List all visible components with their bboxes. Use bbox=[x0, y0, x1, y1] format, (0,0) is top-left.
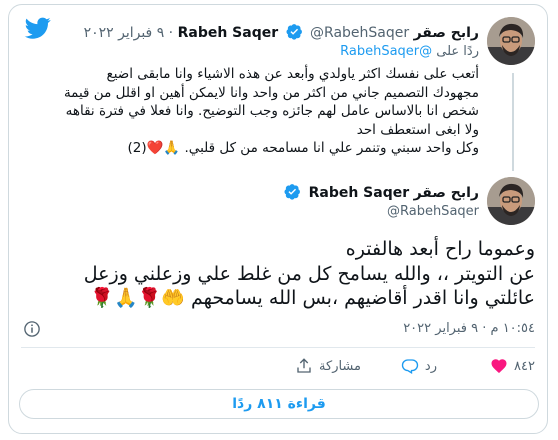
verified-badge-icon bbox=[284, 184, 301, 200]
author-name[interactable]: رابح صقر bbox=[414, 25, 479, 41]
reply-context: ردًا على @RabehSaqer bbox=[340, 44, 479, 59]
share-label: مشاركة bbox=[319, 358, 361, 374]
quoted-line: شخص انا بالاساس عامل لهم جائزه وجب التوض… bbox=[65, 103, 479, 119]
main-author-handle-line: @RabehSaqer bbox=[387, 204, 479, 219]
reply-prefix: ردًا على bbox=[436, 44, 479, 59]
quoted-line: مجهودك التصميم جاني من اكثر من واحد وانا… bbox=[63, 84, 479, 101]
avatar-photo bbox=[487, 177, 535, 225]
reply-handle-link[interactable]: @RabehSaqer bbox=[340, 44, 432, 59]
quoted-line: ولا ابغى استعطف احد bbox=[356, 121, 479, 138]
thread-line bbox=[512, 73, 514, 171]
heart-icon[interactable] bbox=[490, 357, 508, 375]
divider bbox=[21, 347, 535, 348]
author-handle[interactable]: @RabehSaqer bbox=[310, 25, 409, 41]
tweet-line: وعموما راح أبعد هالفتره bbox=[345, 238, 535, 260]
read-replies-button[interactable]: قراءة ٨١١ ردًا bbox=[19, 389, 539, 419]
author-name-latin[interactable]: Rabeh Saqer bbox=[178, 25, 279, 41]
main-tweet-text: وعموما راح أبعد هالفتره عن التويتر ،، وا… bbox=[25, 237, 535, 311]
info-icon[interactable] bbox=[23, 320, 41, 338]
like-action[interactable]: ٨٤٢ bbox=[490, 357, 535, 375]
avatar[interactable] bbox=[487, 17, 535, 65]
tweet-embed-card: رابح صقر Rabeh Saqer @RabehSaqer · ٩ فبر… bbox=[8, 4, 548, 434]
author-handle[interactable]: @RabehSaqer bbox=[387, 204, 479, 219]
quoted-tweet-text: أتعب على نفسك اكثر ياولدي وأبعد عن هذه ا… bbox=[39, 65, 479, 158]
tweet-line: عائلتي وانا اقدر أقاضيهم ،بس الله يسامحه… bbox=[90, 287, 535, 309]
quoted-header: رابح صقر Rabeh Saqer @RabehSaqer · ٩ فبر… bbox=[84, 23, 479, 41]
tweet-line: عن التويتر ،، والله يسامح كل من غلط علي … bbox=[83, 262, 535, 285]
tweet-date[interactable]: · ٩ فبراير ٢٠٢٢ bbox=[84, 25, 174, 41]
avatar[interactable] bbox=[487, 177, 535, 225]
verified-badge-icon bbox=[286, 24, 302, 40]
author-name-latin[interactable]: Rabeh Saqer bbox=[309, 185, 410, 201]
share-action[interactable]: مشاركة bbox=[295, 357, 361, 375]
main-author-name-line: رابح صقر Rabeh Saqer bbox=[281, 183, 479, 201]
author-name[interactable]: رابح صقر bbox=[414, 185, 479, 201]
tweet-timestamp[interactable]: ١٠:٥٤ م · ٩ فبراير ٢٠٢٢ bbox=[403, 321, 535, 336]
twitter-bird-icon[interactable] bbox=[23, 15, 53, 41]
reply-label: رد bbox=[424, 358, 437, 374]
avatar-photo bbox=[487, 17, 535, 65]
quoted-line: وكل واحد سبني وتنمر علي انا مسامحه من كل… bbox=[127, 140, 479, 156]
share-icon[interactable] bbox=[295, 357, 313, 375]
like-count: ٨٤٢ bbox=[514, 358, 535, 374]
reply-action[interactable]: رد bbox=[401, 357, 437, 375]
reply-icon[interactable] bbox=[401, 357, 419, 375]
action-bar: ٨٤٢ رد مشاركة bbox=[9, 357, 549, 379]
quoted-line: أتعب على نفسك اكثر ياولدي وأبعد عن هذه ا… bbox=[106, 66, 479, 82]
